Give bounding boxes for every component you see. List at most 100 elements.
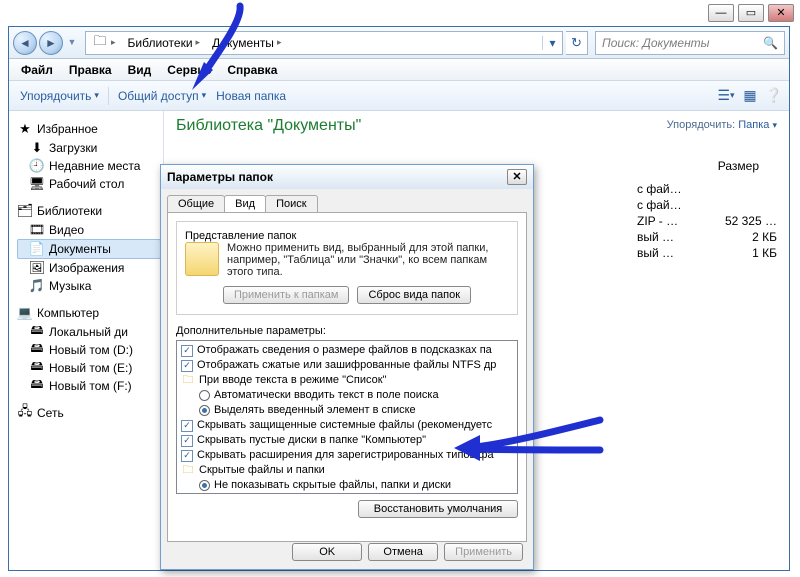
tree-option-label: Выделять введенный элемент в списке (214, 403, 416, 418)
tree-option[interactable]: Показывать скрытые файлы, папки и диски (181, 493, 515, 494)
menu-edit[interactable]: Правка (61, 61, 120, 79)
tree-option[interactable]: ✓ Скрывать расширения для зарегистрирован… (181, 448, 515, 463)
tree-option-label: Показывать скрытые файлы, папки и диски (214, 493, 436, 494)
sidebar-item-desktop[interactable]: 🖥Рабочий стол (17, 175, 161, 193)
breadcrumb-documents[interactable]: Документы ▸ (206, 36, 287, 50)
sidebar-item-video[interactable]: 🎞Видео (17, 221, 161, 239)
win-maximize-button[interactable]: ▭ (738, 4, 764, 22)
restore-defaults-button[interactable]: Восстановить умолчания (358, 500, 518, 518)
new-folder-button[interactable]: Новая папка (211, 87, 291, 105)
radio-icon[interactable] (199, 390, 210, 401)
tree-option-label: Скрытые файлы и папки (199, 463, 325, 478)
column-size-header[interactable]: Размер (718, 159, 759, 173)
nav-back-button[interactable]: ◄ (13, 31, 37, 55)
menu-help[interactable]: Справка (219, 61, 285, 79)
star-icon: ★ (17, 121, 33, 137)
sidebar-item-documents[interactable]: 📄Документы (17, 239, 161, 259)
tree-option-label: Автоматически вводить текст в поле поиск… (214, 388, 439, 403)
recent-icon: 🕘 (29, 158, 45, 174)
dialog-close-button[interactable]: ✕ (507, 169, 527, 185)
nav-forward-button[interactable]: ► (39, 31, 63, 55)
checkbox-icon[interactable]: ✓ (181, 450, 193, 462)
nav-bar: ◄ ► ▼ 🗀▸ Библиотеки ▸ Документы ▸ ▾ ↻ По… (9, 27, 789, 59)
apply-button[interactable]: Применить (444, 543, 523, 561)
sidebar-computer-header[interactable]: 💻Компьютер (17, 305, 161, 321)
nav-history-button[interactable]: ▼ (65, 31, 79, 53)
library-icon: 🗂 (17, 203, 33, 219)
group-legend: Представление папок (185, 230, 296, 242)
radio-icon[interactable] (199, 480, 210, 491)
arrange-by-value[interactable]: Папка ▾ (738, 119, 777, 131)
win-close-button[interactable]: ✕ (768, 4, 794, 22)
checkbox-icon[interactable]: ✓ (181, 435, 193, 447)
drive-icon: 🖴 (29, 342, 45, 358)
tree-option[interactable]: ✓ Скрывать пустые диски в папке "Компьюте… (181, 433, 515, 448)
tree-option[interactable]: Выделять введенный элемент в списке (181, 403, 515, 418)
cell-type: ZIP - … (637, 214, 707, 228)
checkbox-icon[interactable]: ✓ (181, 360, 193, 372)
cell-size: 2 КБ (707, 230, 777, 244)
checkbox-icon[interactable]: ✓ (181, 345, 193, 357)
menu-file[interactable]: Файл (13, 61, 61, 79)
computer-icon: 💻 (17, 305, 33, 321)
tree-option-label: Скрывать защищенные системные файлы (рек… (197, 418, 492, 433)
tree-option[interactable]: ✓ Скрывать защищенные системные файлы (ре… (181, 418, 515, 433)
sidebar-favorites-header[interactable]: ★Избранное (17, 121, 161, 137)
sidebar-item-drive-f[interactable]: 🖴Новый том (F:) (17, 377, 161, 395)
file-list-fragment: с фай… с фай… ZIP - …52 325 … вый …2 КБ … (637, 181, 777, 261)
menu-tools[interactable]: Сервис (159, 61, 219, 79)
sidebar-network-header[interactable]: 🖧Сеть (17, 405, 161, 421)
tree-option[interactable]: ✓ Отображать сжатые или зашифрованные фай… (181, 358, 515, 373)
sidebar-libraries-header[interactable]: 🗂Библиотеки (17, 203, 161, 219)
apply-to-folders-button[interactable]: Применить к папкам (223, 286, 350, 304)
folder-icon: 🗀 (181, 373, 195, 388)
drive-icon: 🖴 (29, 324, 45, 340)
tree-option-label: Скрывать расширения для зарегистрированн… (197, 448, 494, 463)
checkbox-icon[interactable]: ✓ (181, 420, 193, 432)
tree-option[interactable]: ✓Отображать сведения о размере файлов в … (181, 343, 515, 358)
tree-option-label: Не показывать скрытые файлы, папки и дис… (214, 478, 451, 493)
cell-size (707, 198, 777, 212)
navigation-pane: ★Избранное ⬇Загрузки 🕘Недавние места 🖥Ра… (9, 111, 164, 570)
advanced-options-tree[interactable]: ✓Отображать сведения о размере файлов в … (176, 340, 518, 494)
folder-icon (185, 242, 219, 276)
address-bar[interactable]: 🗀▸ Библиотеки ▸ Документы ▸ ▾ (85, 31, 563, 55)
tree-option-label: Отображать сжатые или зашифрованные файл… (197, 358, 496, 373)
preview-pane-button[interactable]: ▦ (741, 87, 759, 105)
tree-option-label: При вводе текста в режиме "Список" (199, 373, 386, 388)
tree-option[interactable]: Не показывать скрытые файлы, папки и дис… (181, 478, 515, 493)
search-placeholder: Поиск: Документы (602, 36, 710, 50)
address-dropdown-button[interactable]: ▾ (542, 36, 562, 50)
sidebar-item-downloads[interactable]: ⬇Загрузки (17, 139, 161, 157)
sidebar-item-pictures[interactable]: 🖼Изображения (17, 259, 161, 277)
tab-search[interactable]: Поиск (265, 195, 317, 212)
tab-view[interactable]: Вид (224, 195, 266, 212)
tree-option-label: Скрывать пустые диски в папке "Компьютер… (197, 433, 426, 448)
tree-option[interactable]: Автоматически вводить текст в поле поиск… (181, 388, 515, 403)
sidebar-item-music[interactable]: 🎵Музыка (17, 277, 161, 295)
ok-button[interactable]: OK (292, 543, 362, 561)
view-mode-button[interactable]: ☰ ▾ (717, 87, 735, 105)
search-input[interactable]: Поиск: Документы 🔍 (595, 31, 785, 55)
breadcrumb-libraries[interactable]: Библиотеки ▸ (122, 36, 207, 50)
help-icon[interactable]: ❔ (765, 87, 783, 105)
share-menu[interactable]: Общий доступ ▾ (113, 87, 211, 105)
cell-type: с фай… (637, 182, 707, 196)
refresh-button[interactable]: ↻ (566, 31, 588, 55)
pictures-icon: 🖼 (29, 260, 45, 276)
organize-menu[interactable]: Упорядочить ▾ (15, 87, 104, 105)
search-icon: 🔍 (763, 36, 778, 50)
video-icon: 🎞 (29, 222, 45, 238)
radio-icon[interactable] (199, 405, 210, 416)
menu-view[interactable]: Вид (120, 61, 160, 79)
menu-bar: Файл Правка Вид Сервис Справка (9, 59, 789, 81)
tree-option: 🗀Скрытые файлы и папки (181, 463, 515, 478)
breadcrumb-root-icon[interactable]: 🗀▸ (86, 35, 122, 51)
win-minimize-button[interactable]: ― (708, 4, 734, 22)
dialog-title-bar[interactable]: Параметры папок ✕ (161, 165, 533, 189)
tab-general[interactable]: Общие (167, 195, 225, 212)
sidebar-item-recent[interactable]: 🕘Недавние места (17, 157, 161, 175)
drive-icon: 🖴 (29, 360, 45, 376)
reset-folders-button[interactable]: Сброс вида папок (357, 286, 471, 304)
cancel-button[interactable]: Отмена (368, 543, 438, 561)
